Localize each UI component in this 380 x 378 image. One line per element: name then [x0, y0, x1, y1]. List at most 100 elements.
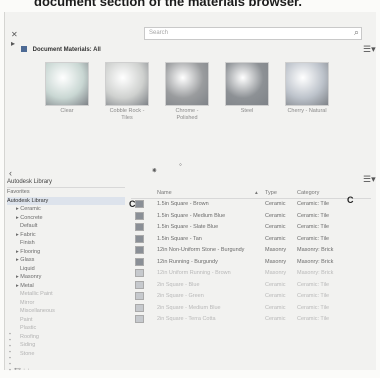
table-row[interactable]: 1.5in Square - Brown Ceramic Ceramic: Tile — [131, 199, 371, 211]
material-tile[interactable]: Cobble Rock - Tiles — [105, 62, 149, 122]
tree-item[interactable]: ▸ Masonry — [7, 273, 125, 282]
material-swatch[interactable] — [225, 62, 269, 106]
search-placeholder: Search — [149, 30, 169, 36]
material-swatch[interactable] — [285, 62, 329, 106]
tree-item[interactable]: Miscellaneous — [7, 307, 125, 316]
row-name: 12in Running - Burgundy — [157, 258, 218, 265]
material-swatch[interactable] — [45, 62, 89, 106]
document-icon — [21, 46, 27, 52]
splitter-icon[interactable]: ⁕ — [151, 166, 158, 175]
row-category: Ceramic: Tile — [297, 304, 330, 311]
row-name: 2in Square - Terra Cotta — [157, 316, 216, 322]
tree-item[interactable]: Stone — [7, 350, 125, 359]
tree-item[interactable]: Finish — [7, 239, 125, 248]
library-view-options-icon[interactable]: ☰▾ — [363, 174, 376, 185]
material-thumbnail — [135, 303, 144, 312]
tree-item[interactable]: Roofing — [7, 333, 125, 342]
tree-item[interactable]: ▸ Fabric — [7, 231, 125, 240]
tree-item[interactable]: ▸ Glass — [7, 256, 125, 265]
collapse-icon[interactable]: ▸ — [11, 39, 21, 48]
tree-item[interactable]: Metallic Paint — [7, 290, 125, 299]
material-swatch[interactable] — [165, 62, 209, 106]
material-thumbnail — [135, 269, 144, 277]
table-row[interactable]: 1.5in Square - Tan Ceramic Ceramic: Tile — [131, 234, 371, 246]
material-tile-label: Chrome - Polished — [175, 108, 199, 121]
material-tile[interactable]: Steel — [225, 62, 269, 115]
tree-item[interactable]: Liquid — [7, 265, 125, 274]
material-thumbnail — [135, 200, 144, 208]
tree-item[interactable]: Siding — [7, 341, 125, 350]
row-name: 2in Square - Green — [157, 293, 204, 299]
row-name: 12in Uniform Running - Brown — [157, 270, 231, 276]
row-name: 2in Square - Blue — [157, 281, 200, 288]
row-type: Ceramic — [265, 201, 286, 207]
row-type: Ceramic — [265, 304, 286, 311]
row-category: Ceramic: Tile — [297, 281, 330, 288]
row-category: Ceramic: Tile — [297, 316, 330, 322]
row-type: Ceramic — [265, 293, 286, 299]
row-type: Ceramic — [265, 212, 286, 219]
row-type: Ceramic — [265, 281, 286, 288]
row-name: 2in Square - Medium Blue — [157, 304, 221, 311]
row-category: Masonry: Brick — [297, 247, 334, 253]
tree-item[interactable]: Favorites — [7, 188, 125, 197]
side-tab-label: ▪▪▪▪▪▪▪ — [7, 330, 13, 372]
material-swatch[interactable] — [105, 62, 149, 106]
back-icon[interactable]: ‹ — [9, 168, 12, 178]
material-tile-label: Clear — [60, 108, 74, 114]
table-row[interactable]: 2in Square - Blue Ceramic Ceramic: Tile — [131, 280, 371, 292]
tree-item[interactable]: ▸ Concrete — [7, 214, 125, 223]
table-row[interactable]: 2in Square - Terra Cotta Ceramic Ceramic: … — [131, 314, 371, 326]
material-tile[interactable]: Clear — [45, 62, 89, 115]
table-row[interactable]: 12in Non-Uniform Stone - Burgundy Masonry… — [131, 245, 371, 257]
document-materials-grid: Clear Cobble Rock - Tiles Chrome - Polishe… — [45, 62, 375, 122]
document-materials-title: Document Materials: All — [32, 47, 101, 53]
material-tile-label: Cherry - Natural — [287, 108, 327, 114]
table-row[interactable]: 1.5in Square - Slate Blue Ceramic Ceramic:… — [131, 222, 371, 234]
table-row[interactable]: 2in Square - Medium Blue Ceramic Ceramic: … — [131, 303, 371, 315]
tree-item[interactable]: Paint — [7, 316, 125, 325]
row-type: Masonry — [265, 258, 287, 265]
tree-item[interactable]: ▸ Ceramic — [7, 205, 125, 214]
search-input[interactable]: Search ⌕ — [144, 27, 362, 40]
callout-marker-c: C — [129, 199, 136, 209]
tree-item[interactable]: ▸ Flooring — [7, 248, 125, 257]
row-name: 1.5in Square - Tan — [157, 235, 202, 242]
material-tile[interactable]: Cherry - Natural — [285, 62, 329, 115]
material-thumbnail — [135, 223, 144, 231]
sort-arrow-icon[interactable]: ▴ — [255, 190, 258, 196]
row-category: Ceramic: Tile — [297, 235, 330, 242]
library-header: Autodesk Library — [7, 179, 125, 188]
column-name[interactable]: Name — [157, 190, 172, 196]
column-type[interactable]: Type — [265, 190, 277, 196]
tree-item[interactable]: ▸ Metal — [7, 282, 125, 291]
material-tile-label: Steel — [240, 108, 254, 114]
table-row[interactable]: 1.5in Square - Medium Blue Ceramic Ceramic… — [131, 211, 371, 223]
row-type: Masonry — [265, 270, 287, 276]
row-category: Masonry: Brick — [297, 258, 334, 265]
column-category[interactable]: Category — [297, 190, 319, 196]
tree-item[interactable]: Default — [7, 222, 125, 231]
tree-item[interactable]: Mirror — [7, 299, 125, 308]
material-thumbnail — [135, 257, 144, 266]
pin-icon[interactable]: ✕ — [11, 30, 21, 39]
row-type: Ceramic — [265, 235, 286, 242]
search-icon[interactable]: ⌕ — [354, 27, 359, 38]
callout-marker-c: C — [347, 195, 354, 205]
document-materials-header[interactable]: Document Materials: All — [21, 46, 377, 57]
table-row[interactable]: 12in Running - Burgundy Masonry Masonry: B… — [131, 257, 371, 269]
row-name: 1.5in Square - Brown — [157, 201, 209, 207]
table-row[interactable]: 12in Uniform Running - Brown Masonry Mason… — [131, 268, 371, 280]
table-row[interactable]: 2in Square - Green Ceramic Ceramic: Tile — [131, 291, 371, 303]
row-type: Ceramic — [265, 316, 286, 322]
library-tree: Favorites Autodesk Library ▸ Ceramic ▸ Conc… — [7, 188, 125, 378]
materials-browser: ✕ ▸ Search ⌕ Document Materials: All ☰▾ … — [4, 12, 377, 372]
footer-icons[interactable]: ⊷ · · — [14, 365, 30, 373]
material-thumbnail — [135, 211, 144, 220]
view-options-icon[interactable]: ☰▾ — [363, 44, 376, 55]
material-tile[interactable]: Chrome - Polished — [165, 62, 209, 122]
tree-item[interactable]: Plastic — [7, 324, 125, 333]
material-thumbnail — [135, 292, 144, 300]
tree-item[interactable]: Autodesk Library — [7, 196, 125, 205]
material-thumbnail — [135, 234, 144, 243]
